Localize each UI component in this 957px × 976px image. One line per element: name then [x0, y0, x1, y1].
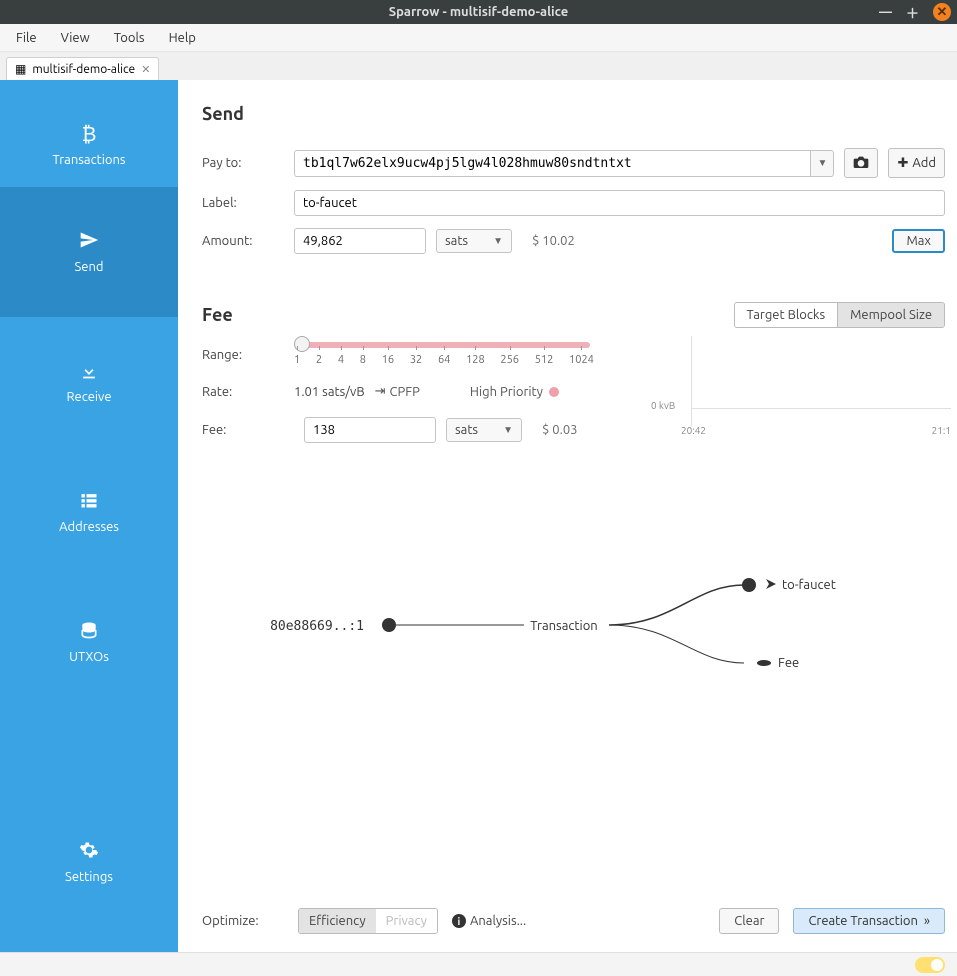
window-title: Sparrow - multisif-demo-alice — [389, 5, 569, 19]
wallet-tab[interactable]: ▦ multisif-demo-alice ✕ — [6, 57, 159, 80]
amount-label: Amount: — [202, 234, 284, 248]
bitcoin-icon: ₿ — [82, 122, 97, 147]
payto-input[interactable] — [294, 150, 810, 177]
menu-file[interactable]: File — [16, 31, 37, 45]
diagram-output2-label: Fee — [778, 656, 799, 670]
menu-help[interactable]: Help — [169, 31, 196, 45]
fee-label: Fee: — [202, 423, 294, 437]
sidebar-item-receive[interactable]: Receive — [0, 317, 178, 447]
sidebar-label: Addresses — [59, 520, 119, 534]
label-input[interactable] — [294, 190, 945, 216]
fee-usd: $ 0.03 — [542, 423, 578, 437]
send-icon — [766, 579, 776, 589]
max-button[interactable]: Max — [892, 229, 945, 253]
priority-dot-icon — [549, 387, 559, 397]
tab-close-icon[interactable]: ✕ — [141, 63, 150, 76]
add-recipient-button[interactable]: ✚ Add — [888, 148, 945, 178]
diagram-output1-node — [742, 578, 756, 592]
chevron-down-icon: ▼ — [493, 235, 503, 247]
wallet-tab-label: multisif-demo-alice — [32, 63, 135, 76]
fee-unit-select[interactable]: sats ▼ — [446, 418, 522, 442]
main-panel: Send Pay to: ▼ ✚ Add Label: Amount: — [178, 80, 957, 952]
status-bar — [0, 952, 957, 976]
optimize-toggle: Efficiency Privacy — [298, 908, 438, 934]
menu-tools[interactable]: Tools — [114, 31, 145, 45]
sidebar-label: Settings — [65, 870, 113, 884]
transaction-diagram: 80e88669..:1 Transaction to-faucet Fee — [202, 495, 945, 755]
connection-toggle[interactable] — [915, 957, 945, 973]
create-transaction-button[interactable]: Create Transaction » — [793, 908, 945, 934]
sidebar-item-send[interactable]: Send — [0, 187, 178, 317]
amount-usd: $ 10.02 — [532, 234, 575, 248]
link-icon: ⇥ — [375, 384, 386, 399]
rate-value: 1.01 sats/vB — [294, 385, 365, 399]
window-titlebar: Sparrow - multisif-demo-alice — ＋ ✕ — [0, 0, 957, 24]
diagram-input-label: 80e88669..:1 — [270, 619, 364, 634]
coin-icon — [757, 660, 771, 666]
mempool-chart: 0 kvB 20:42 21:1 — [651, 336, 951, 436]
mempool-size-tab[interactable]: Mempool Size — [838, 303, 944, 327]
add-button-label: Add — [912, 156, 936, 170]
receive-icon — [79, 360, 99, 384]
gear-icon — [79, 840, 99, 864]
sidebar-label: Send — [74, 260, 103, 274]
window-maximize-icon[interactable]: ＋ — [906, 3, 919, 22]
target-blocks-tab[interactable]: Target Blocks — [735, 303, 839, 327]
range-ticks: 1 2 4 8 16 32 64 128 256 512 1024 — [294, 354, 594, 366]
wallet-tab-bar: ▦ multisif-demo-alice ✕ — [0, 52, 957, 80]
amount-unit-label: sats — [445, 234, 468, 248]
sidebar: ₿ Transactions Send Receive Addresses — [0, 80, 178, 952]
info-icon: i — [452, 914, 466, 928]
analysis-link[interactable]: i Analysis... — [452, 914, 526, 928]
chart-x-start: 20:42 — [681, 425, 706, 436]
fee-unit-label: sats — [455, 423, 478, 437]
menu-bar: File View Tools Help — [0, 24, 957, 52]
send-heading: Send — [202, 104, 945, 124]
addresses-icon — [79, 490, 99, 514]
sidebar-item-transactions[interactable]: ₿ Transactions — [0, 80, 178, 187]
diagram-input-node — [382, 618, 396, 632]
chevrons-right-icon: » — [924, 914, 930, 928]
sidebar-label: UTXOs — [69, 650, 109, 664]
amount-unit-select[interactable]: sats ▼ — [436, 229, 512, 253]
utxos-icon — [79, 620, 99, 644]
chart-x-end: 21:1 — [932, 425, 951, 436]
payto-label: Pay to: — [202, 156, 284, 170]
fee-heading: Fee — [202, 305, 233, 325]
amount-input[interactable] — [294, 228, 426, 254]
cpfp-badge: ⇥ CPFP — [375, 384, 420, 399]
label-label: Label: — [202, 196, 284, 210]
chevron-down-icon: ▼ — [503, 424, 513, 436]
fee-range-slider[interactable]: 1 2 4 8 16 32 64 128 256 512 1024 — [294, 336, 594, 366]
diagram-output1-label: to-faucet — [782, 578, 836, 592]
window-close-icon[interactable]: ✕ — [933, 3, 951, 21]
sidebar-item-settings[interactable]: Settings — [0, 820, 178, 904]
rate-label: Rate: — [202, 385, 294, 399]
window-minimize-icon[interactable]: — — [879, 5, 892, 19]
range-label: Range: — [202, 336, 294, 362]
plus-icon: ✚ — [897, 156, 908, 171]
chart-y-label: 0 kvB — [651, 400, 675, 411]
camera-icon — [853, 155, 869, 172]
optimize-efficiency[interactable]: Efficiency — [299, 909, 376, 933]
send-icon — [79, 230, 99, 254]
sidebar-item-utxos[interactable]: UTXOs — [0, 577, 178, 707]
clear-button[interactable]: Clear — [719, 908, 779, 934]
fee-mode-toggle: Target Blocks Mempool Size — [734, 302, 945, 328]
sidebar-item-addresses[interactable]: Addresses — [0, 447, 178, 577]
payto-dropdown-icon[interactable]: ▼ — [810, 150, 834, 177]
wallet-icon: ▦ — [15, 62, 26, 76]
sidebar-label: Receive — [66, 390, 111, 404]
priority-badge: High Priority — [470, 385, 559, 399]
diagram-center-label: Transaction — [530, 619, 597, 633]
fee-input[interactable] — [304, 417, 436, 443]
sidebar-label: Transactions — [52, 153, 125, 167]
optimize-label: Optimize: — [202, 914, 284, 928]
optimize-privacy[interactable]: Privacy — [376, 909, 437, 933]
scan-qr-button[interactable] — [844, 148, 878, 178]
menu-view[interactable]: View — [61, 31, 90, 45]
